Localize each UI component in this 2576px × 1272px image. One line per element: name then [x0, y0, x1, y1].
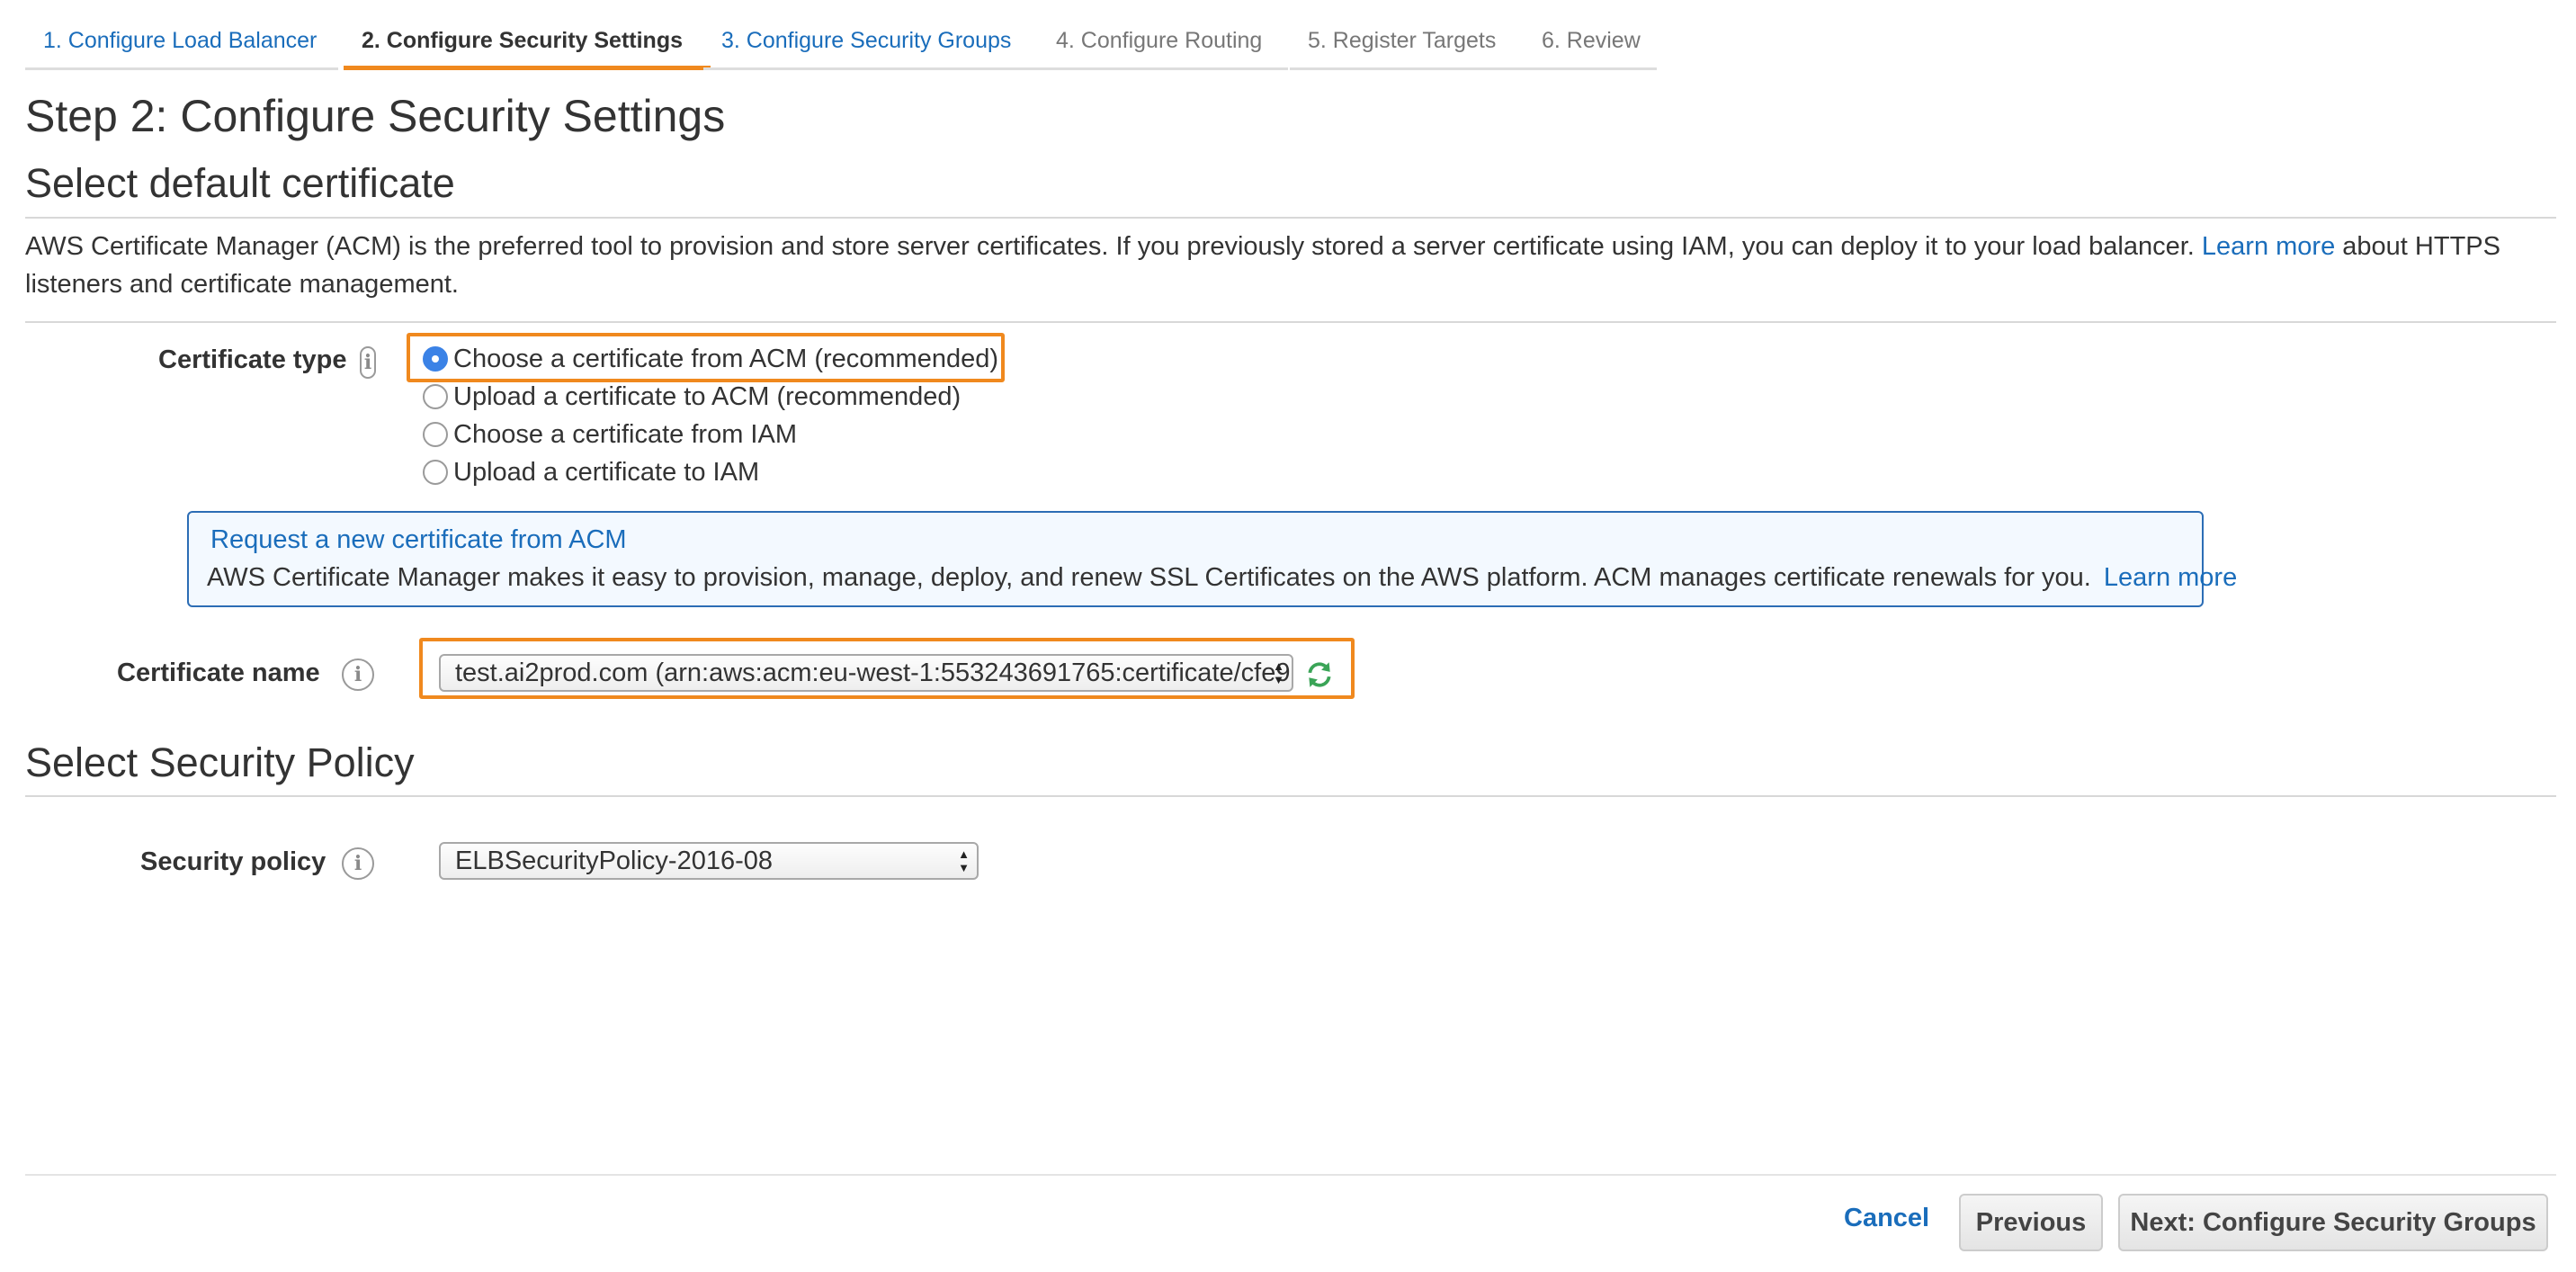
- description-text: AWS Certificate Manager (ACM) is the pre…: [25, 232, 2195, 261]
- page-title: Step 2: Configure Security Settings: [25, 91, 726, 141]
- select-arrows-icon: ▲ ▼: [1273, 659, 1284, 686]
- radio-label[interactable]: Choose a certificate from IAM: [453, 420, 797, 450]
- radio-label[interactable]: Choose a certificate from ACM (recommend…: [453, 345, 998, 374]
- certificate-name-value: test.ai2prod.com (arn:aws:acm:eu-west-1:…: [455, 658, 1291, 687]
- acm-info-box: Request a new certificate from ACM AWS C…: [187, 511, 2237, 607]
- tab-review: 6. Review: [1524, 18, 1657, 70]
- certificate-name-select[interactable]: test.ai2prod.com (arn:aws:acm:eu-west-1:…: [439, 654, 1293, 692]
- radio-label[interactable]: Upload a certificate to IAM: [453, 458, 759, 488]
- policy-section-heading: Select Security Policy: [25, 739, 415, 785]
- radio-button[interactable]: [423, 422, 448, 447]
- radio-label[interactable]: Upload a certificate to ACM (recommended…: [453, 382, 961, 412]
- radio-acm-choose[interactable]: Choose a certificate from ACM (recommend…: [423, 341, 998, 377]
- info-icon[interactable]: i: [360, 346, 376, 379]
- info-icon[interactable]: i: [342, 847, 374, 880]
- learn-more-link[interactable]: Learn more: [2202, 232, 2335, 261]
- radio-acm-upload[interactable]: Upload a certificate to ACM (recommended…: [423, 379, 961, 415]
- refresh-icon[interactable]: [1304, 659, 1335, 690]
- radio-button[interactable]: [423, 460, 448, 485]
- section-divider: [25, 217, 2556, 219]
- radio-iam-upload[interactable]: Upload a certificate to IAM: [423, 454, 759, 490]
- acm-info-body: AWS Certificate Manager makes it easy to…: [207, 563, 2091, 592]
- security-policy-label: Security policy: [140, 847, 326, 876]
- tab-configure-routing: 4. Configure Routing: [1038, 18, 1288, 70]
- select-arrows-icon: ▲ ▼: [958, 847, 970, 874]
- request-certificate-link[interactable]: Request a new certificate from ACM: [210, 525, 627, 555]
- tab-configure-load-balancer[interactable]: 1. Configure Load Balancer: [25, 18, 338, 70]
- section-divider: [25, 321, 2556, 323]
- certificate-name-label: Certificate name: [117, 658, 320, 687]
- tab-configure-security-settings[interactable]: 2. Configure Security Settings: [344, 18, 711, 70]
- radio-iam-choose[interactable]: Choose a certificate from IAM: [423, 417, 797, 452]
- certificate-section-heading: Select default certificate: [25, 160, 455, 206]
- next-button[interactable]: Next: Configure Security Groups: [2118, 1194, 2548, 1251]
- radio-button[interactable]: [423, 384, 448, 409]
- section-divider: [25, 795, 2556, 797]
- radio-button[interactable]: [423, 346, 448, 372]
- acm-info-text: AWS Certificate Manager makes it easy to…: [207, 563, 2237, 593]
- certificate-description: AWS Certificate Manager (ACM) is the pre…: [25, 228, 2553, 303]
- tab-register-targets: 5. Register Targets: [1290, 18, 1527, 70]
- security-policy-select[interactable]: ELBSecurityPolicy-2016-08 ▲ ▼: [439, 842, 979, 880]
- previous-button[interactable]: Previous: [1959, 1194, 2103, 1251]
- acm-learn-more-link[interactable]: Learn more: [2104, 563, 2237, 592]
- security-policy-value: ELBSecurityPolicy-2016-08: [455, 847, 774, 875]
- info-icon[interactable]: i: [342, 658, 374, 691]
- tab-configure-security-groups[interactable]: 3. Configure Security Groups: [703, 18, 1045, 70]
- cancel-button[interactable]: Cancel: [1844, 1204, 1929, 1233]
- footer-divider: [25, 1174, 2556, 1176]
- certificate-type-label: Certificate type: [158, 345, 347, 374]
